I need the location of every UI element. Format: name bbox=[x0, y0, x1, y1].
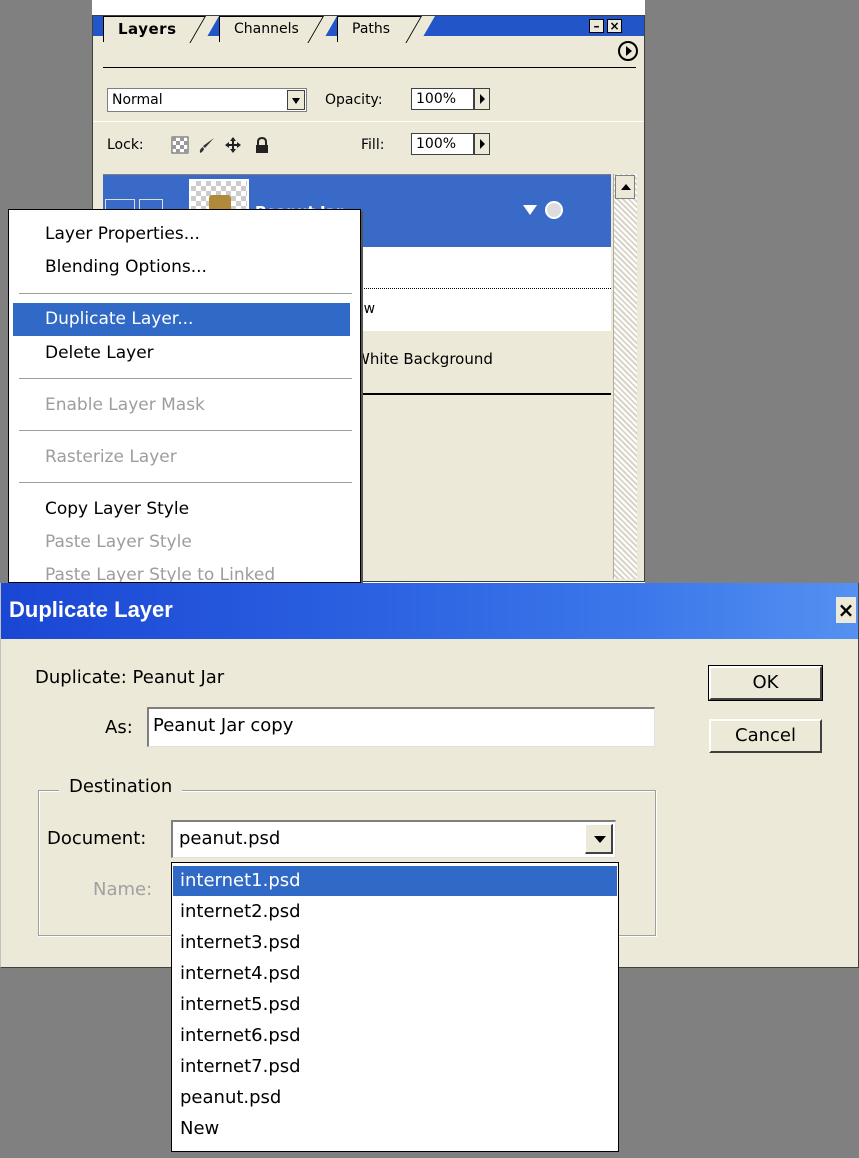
menu-separator bbox=[19, 482, 352, 483]
tab-channels-label: Channels bbox=[234, 21, 299, 37]
tab-paths[interactable]: Paths bbox=[337, 16, 435, 43]
opacity-input[interactable]: 100% bbox=[411, 88, 474, 110]
palette-menu-icon[interactable] bbox=[618, 41, 638, 61]
chevron-down-icon[interactable] bbox=[287, 90, 305, 110]
menu-item-paste-layer-style: Paste Layer Style bbox=[45, 532, 192, 552]
palette-close-button[interactable]: × bbox=[607, 19, 622, 33]
as-name-input[interactable]: Peanut Jar copy bbox=[147, 707, 655, 747]
cancel-button[interactable]: Cancel bbox=[709, 719, 822, 753]
menu-separator bbox=[19, 293, 352, 294]
menu-item-enable-layer-mask: Enable Layer Mask bbox=[45, 395, 205, 415]
close-icon[interactable]: × bbox=[836, 597, 856, 623]
tab-paths-label: Paths bbox=[352, 21, 391, 37]
layer-name: White Background bbox=[355, 350, 493, 368]
fill-arrow-icon[interactable] bbox=[474, 133, 490, 155]
dropdown-option[interactable]: internet7.psd bbox=[173, 1052, 617, 1082]
dialog-title-bar[interactable]: Duplicate Layer × bbox=[1, 583, 858, 639]
fill-label: Fill: bbox=[361, 137, 385, 153]
blend-mode-select[interactable]: Normal bbox=[107, 88, 307, 112]
effects-triangle-icon[interactable] bbox=[523, 205, 537, 215]
dropdown-option[interactable]: peanut.psd bbox=[173, 1083, 617, 1113]
blend-mode-value: Normal bbox=[112, 92, 163, 108]
layer-style-icon bbox=[545, 201, 563, 219]
dropdown-option[interactable]: internet5.psd bbox=[173, 990, 617, 1020]
menu-item-delete-layer[interactable]: Delete Layer bbox=[13, 337, 350, 370]
backdrop-bottom-right bbox=[619, 968, 859, 1158]
palette-minimize-button[interactable]: – bbox=[589, 19, 604, 33]
menu-item-layer-properties[interactable]: Layer Properties... bbox=[13, 218, 350, 251]
document-label: Document: bbox=[47, 828, 147, 849]
tabs-baseline bbox=[103, 67, 636, 68]
dropdown-option[interactable]: internet6.psd bbox=[173, 1021, 617, 1051]
duplicate-source-label: Duplicate: Peanut Jar bbox=[35, 667, 225, 688]
palette-divider bbox=[93, 121, 644, 122]
dropdown-option[interactable]: internet4.psd bbox=[173, 959, 617, 989]
context-menu: Layer Properties... Blending Options... … bbox=[8, 209, 361, 583]
document-select-value: peanut.psd bbox=[179, 828, 281, 849]
menu-separator bbox=[19, 430, 352, 431]
opacity-label: Opacity: bbox=[325, 92, 383, 108]
layer-list-scrollbar[interactable] bbox=[613, 174, 637, 579]
lock-label: Lock: bbox=[107, 137, 144, 153]
tab-channels[interactable]: Channels bbox=[219, 16, 337, 43]
menu-separator bbox=[19, 378, 352, 379]
document-select[interactable]: peanut.psd bbox=[171, 820, 616, 858]
lock-move-icon[interactable] bbox=[224, 136, 242, 154]
dropdown-option[interactable]: internet1.psd bbox=[173, 866, 617, 896]
menu-item-duplicate-layer[interactable]: Duplicate Layer... bbox=[13, 303, 350, 336]
lock-all-icon[interactable] bbox=[253, 136, 271, 154]
dropdown-option[interactable]: New bbox=[173, 1114, 617, 1144]
as-label: As: bbox=[105, 717, 133, 738]
document-dropdown-list: internet1.psd internet2.psd internet3.ps… bbox=[171, 862, 619, 1152]
tab-layers-label: Layers bbox=[118, 20, 177, 38]
opacity-arrow-icon[interactable] bbox=[474, 88, 490, 110]
chevron-down-icon[interactable] bbox=[585, 824, 613, 854]
lock-brush-icon[interactable] bbox=[198, 136, 216, 154]
lock-transparency-icon[interactable] bbox=[171, 136, 189, 154]
menu-item-blending-options[interactable]: Blending Options... bbox=[13, 251, 350, 284]
scroll-up-icon[interactable] bbox=[615, 175, 635, 199]
dialog-title: Duplicate Layer bbox=[9, 597, 173, 622]
fill-input[interactable]: 100% bbox=[411, 133, 474, 155]
name-label: Name: bbox=[93, 879, 153, 900]
ok-button[interactable]: OK bbox=[708, 665, 823, 701]
menu-item-paste-layer-style-linked: Paste Layer Style to Linked bbox=[45, 565, 276, 583]
dropdown-option[interactable]: internet3.psd bbox=[173, 928, 617, 958]
backdrop-right bbox=[645, 0, 859, 583]
menu-item-copy-layer-style[interactable]: Copy Layer Style bbox=[13, 493, 350, 526]
backdrop-bottom-left bbox=[0, 968, 171, 1158]
destination-legend: Destination bbox=[59, 776, 183, 797]
dropdown-option[interactable]: internet2.psd bbox=[173, 897, 617, 927]
tab-layers[interactable]: Layers bbox=[103, 16, 219, 43]
menu-item-rasterize-layer: Rasterize Layer bbox=[45, 447, 177, 467]
backdrop-bottom-strip bbox=[171, 1152, 619, 1158]
